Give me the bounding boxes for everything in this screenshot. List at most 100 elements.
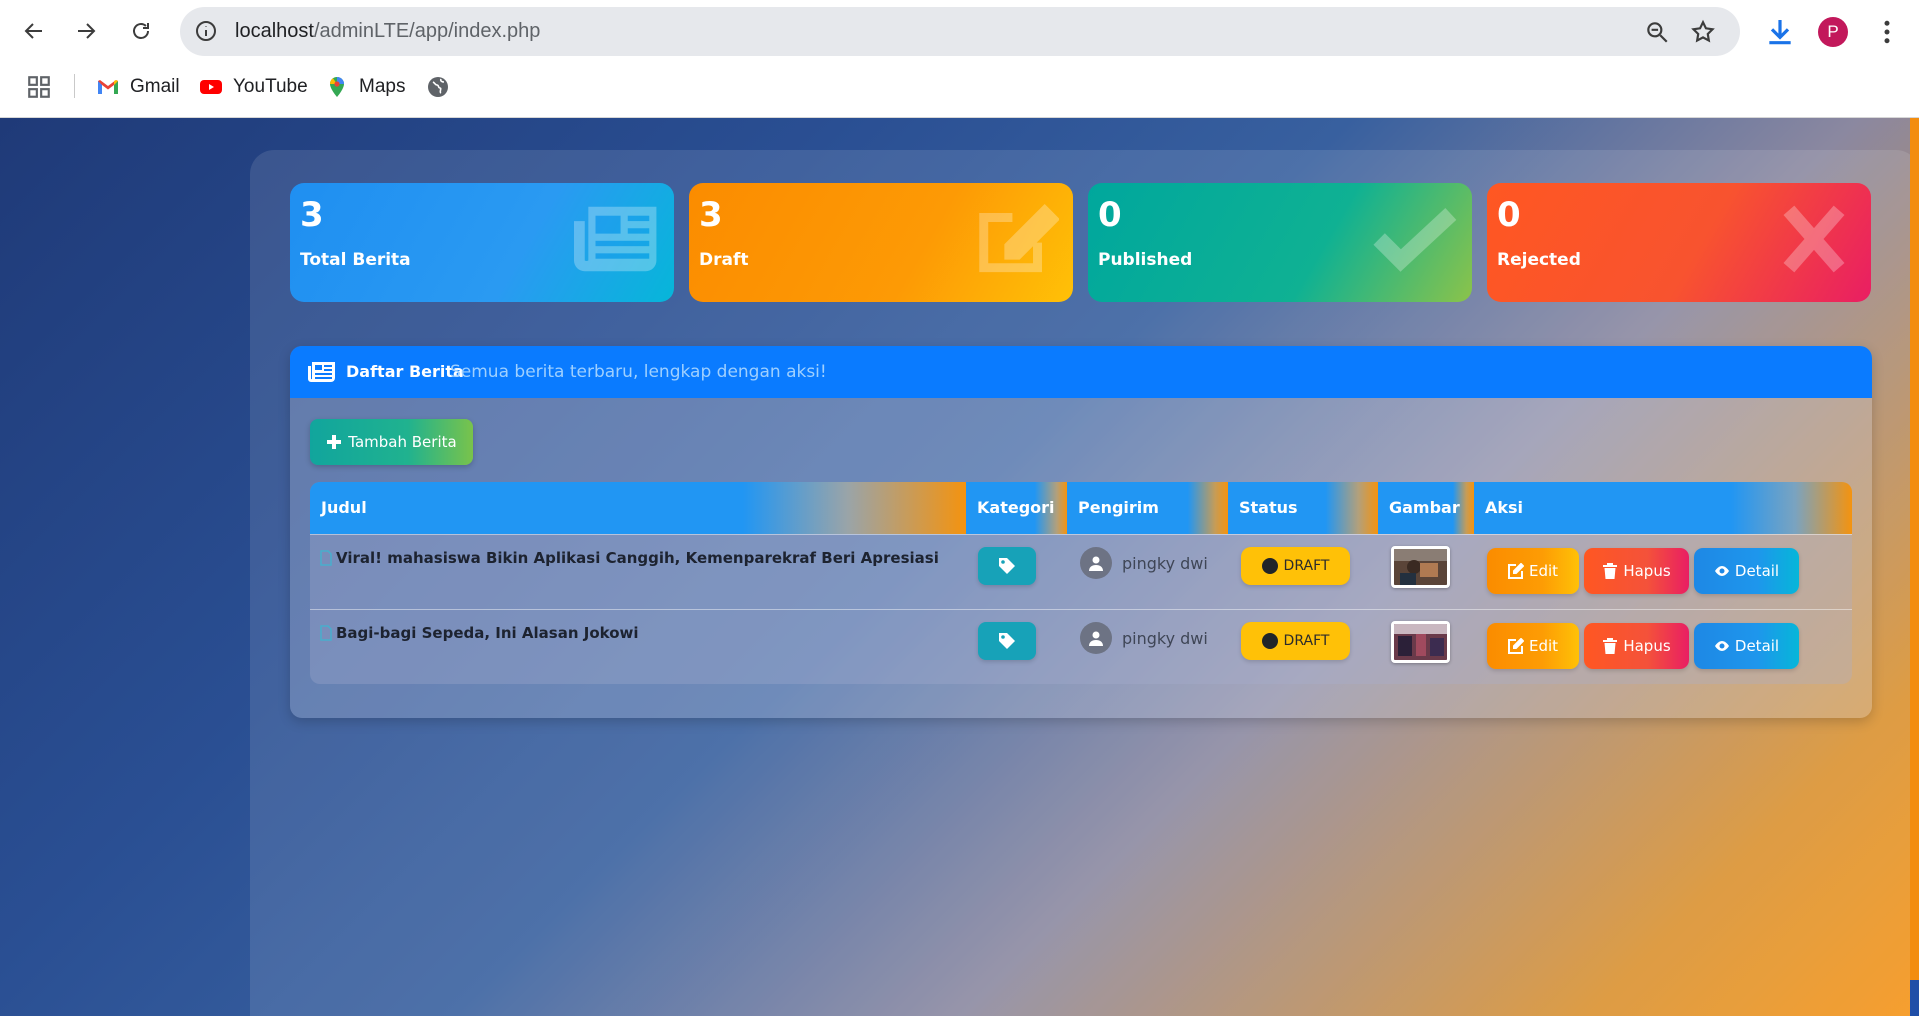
stat-label: Rejected <box>1497 250 1581 270</box>
page-viewport: 3 Total Berita 3 Draft 0 Published 0 Rej… <box>0 118 1919 1016</box>
status-dot-icon <box>1261 558 1278 574</box>
maps-pin-icon <box>330 77 344 97</box>
bookmarks-bar: Gmail YouTube Maps <box>0 63 1919 118</box>
youtube-icon <box>200 80 222 94</box>
stat-label: Total Berita <box>300 250 411 270</box>
detail-button[interactable]: Detail <box>1694 548 1799 594</box>
card-title: Daftar Berita <box>346 362 464 381</box>
stat-card-published: 0 Published <box>1088 183 1472 302</box>
status-text: DRAFT <box>1283 558 1330 574</box>
thumbnail-image <box>1394 549 1447 585</box>
stat-card-total: 3 Total Berita <box>290 183 674 302</box>
forward-button[interactable] <box>68 13 104 49</box>
sender-cell: pingky dwi <box>1080 622 1208 654</box>
browser-toolbar: localhost/adminLTE/app/index.php P <box>0 0 1919 63</box>
news-title-cell: Viral! mahasiswa Bikin Aplikasi Canggih,… <box>320 549 939 567</box>
stat-value: 0 <box>1497 195 1521 235</box>
bookmark-label: YouTube <box>233 76 308 97</box>
status-badge: DRAFT <box>1241 622 1350 660</box>
news-thumbnail[interactable] <box>1391 546 1450 588</box>
status-dot-icon <box>1261 633 1278 649</box>
stat-label: Draft <box>699 250 749 270</box>
news-thumbnail[interactable] <box>1391 621 1450 663</box>
url-host: localhost <box>235 20 314 42</box>
add-news-button[interactable]: Tambah Berita <box>310 419 473 465</box>
sender-name: pingky dwi <box>1122 553 1208 573</box>
document-icon <box>320 550 332 566</box>
add-news-label: Tambah Berita <box>348 433 457 451</box>
table-header: Judul Kategori Pengirim Status Gambar Ak… <box>310 482 1852 534</box>
edit-icon <box>979 203 1059 273</box>
bookmark-label: Gmail <box>130 76 180 97</box>
arrow-right-icon <box>78 23 96 39</box>
bookmark-label: Maps <box>359 76 406 97</box>
info-icon[interactable] <box>194 19 218 43</box>
document-icon <box>320 625 332 641</box>
news-table: Judul Kategori Pengirim Status Gambar Ak… <box>310 482 1852 684</box>
column-status: Status <box>1228 482 1378 534</box>
column-gambar: Gambar <box>1378 482 1474 534</box>
bookmark-maps[interactable]: Maps <box>325 63 405 111</box>
column-aksi: Aksi <box>1474 482 1852 534</box>
stat-value: 0 <box>1098 195 1122 235</box>
delete-button[interactable]: Hapus <box>1584 548 1689 594</box>
more-vert-icon[interactable] <box>1872 17 1902 47</box>
download-icon[interactable] <box>1764 16 1796 48</box>
bookmark-gmail[interactable]: Gmail <box>96 63 180 111</box>
url-path: /adminLTE/app/index.php <box>313 20 541 42</box>
apps-grid-icon[interactable] <box>26 74 52 100</box>
delete-label: Hapus <box>1623 637 1671 655</box>
plus-icon <box>327 435 342 449</box>
status-badge: DRAFT <box>1241 547 1350 585</box>
gmail-icon <box>98 80 118 94</box>
bookmark-youtube[interactable]: YouTube <box>199 63 308 111</box>
edit-button[interactable]: Edit <box>1487 548 1579 594</box>
edit-icon <box>1507 638 1524 654</box>
table-row: Viral! mahasiswa Bikin Aplikasi Canggih,… <box>310 534 1852 609</box>
stat-card-rejected: 0 Rejected <box>1487 183 1871 302</box>
trash-icon <box>1603 563 1618 579</box>
address-bar[interactable]: localhost/adminLTE/app/index.php <box>180 7 1740 56</box>
user-icon <box>1089 631 1103 646</box>
news-title: Bagi-bagi Sepeda, Ini Alasan Jokowi <box>336 624 639 642</box>
sender-cell: pingky dwi <box>1080 547 1208 579</box>
zoom-icon[interactable] <box>1644 19 1670 45</box>
bookmark-globe[interactable] <box>426 63 450 111</box>
scrollbar-track-end <box>1910 980 1919 1016</box>
stat-label: Published <box>1098 250 1193 270</box>
detail-button[interactable]: Detail <box>1694 623 1799 669</box>
tag-icon <box>999 558 1015 574</box>
edit-label: Edit <box>1528 637 1559 655</box>
avatar <box>1080 622 1112 654</box>
times-icon <box>1783 205 1845 273</box>
scrollbar-thumb[interactable] <box>1910 118 1919 980</box>
news-title: Viral! mahasiswa Bikin Aplikasi Canggih,… <box>336 549 939 567</box>
detail-label: Detail <box>1734 562 1780 580</box>
news-list-card: Daftar Berita Semua berita terbaru, leng… <box>290 346 1872 718</box>
stat-card-draft: 3 Draft <box>689 183 1073 302</box>
reload-icon <box>133 23 149 39</box>
stat-value: 3 <box>699 195 723 235</box>
column-judul: Judul <box>310 482 966 534</box>
edit-button[interactable]: Edit <box>1487 623 1579 669</box>
category-tag-button[interactable] <box>978 547 1036 585</box>
news-title-cell: Bagi-bagi Sepeda, Ini Alasan Jokowi <box>320 624 639 642</box>
page-scrollbar[interactable] <box>1910 118 1919 1016</box>
newspaper-icon <box>574 206 657 272</box>
url-text[interactable]: localhost/adminLTE/app/index.php <box>235 7 540 56</box>
trash-icon <box>1603 638 1618 654</box>
bookmark-star-icon[interactable] <box>1690 19 1716 45</box>
detail-label: Detail <box>1734 637 1780 655</box>
thumbnail-image <box>1394 624 1447 660</box>
delete-label: Hapus <box>1623 562 1671 580</box>
tag-icon <box>999 633 1015 649</box>
card-header: Daftar Berita Semua berita terbaru, leng… <box>290 346 1872 398</box>
back-button[interactable] <box>16 13 52 49</box>
category-tag-button[interactable] <box>978 622 1036 660</box>
column-kategori: Kategori <box>966 482 1067 534</box>
reload-button[interactable] <box>123 13 159 49</box>
delete-button[interactable]: Hapus <box>1584 623 1689 669</box>
sender-name: pingky dwi <box>1122 628 1208 648</box>
eye-icon <box>1714 641 1729 651</box>
profile-avatar[interactable]: P <box>1818 17 1848 47</box>
